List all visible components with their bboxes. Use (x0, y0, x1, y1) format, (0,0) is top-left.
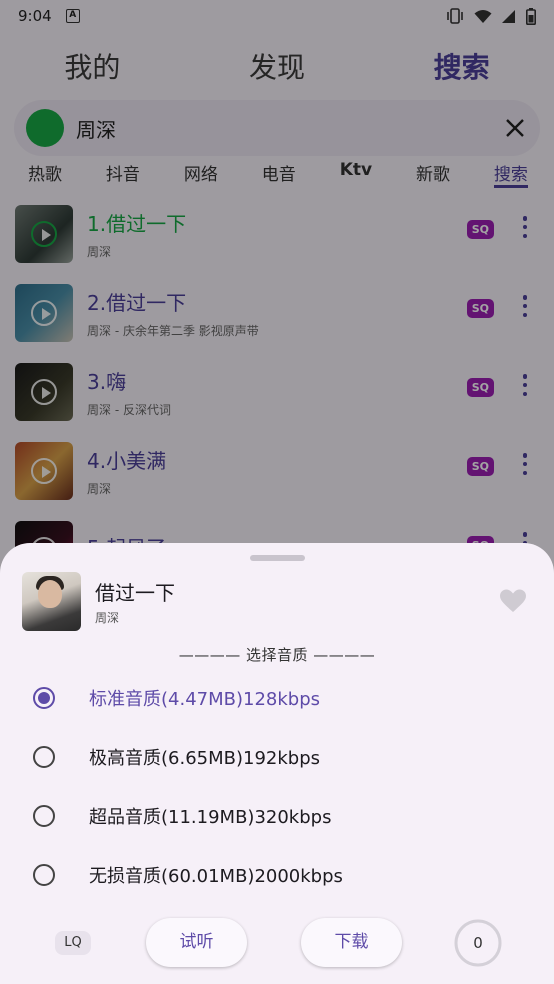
lq-badge[interactable]: LQ (55, 931, 91, 955)
sheet-artist: 周深 (95, 611, 120, 625)
heart-icon[interactable] (500, 589, 526, 613)
download-button[interactable]: 下载 (301, 918, 402, 967)
quality-option-standard[interactable]: 标准音质(4.47MB)128kbps (0, 668, 554, 727)
quality-option-super[interactable]: 超品音质(11.19MB)320kbps (0, 786, 554, 845)
progress-value: 0 (473, 934, 483, 952)
quality-option-label: 标准音质(4.47MB)128kbps (89, 688, 321, 710)
radio-icon[interactable] (33, 745, 55, 768)
quality-bottom-sheet: 借过一下 周深 ———— 选择音质 ———— 标准音质(4.47MB)128kb… (0, 543, 554, 984)
download-progress-ring: 0 (453, 918, 503, 968)
sheet-song-cover (22, 572, 81, 631)
quality-option-label: 无损音质(60.01MB)2000kbps (89, 865, 343, 887)
quality-option-high[interactable]: 极高音质(6.65MB)192kbps (0, 727, 554, 786)
radio-icon[interactable] (33, 804, 55, 827)
quality-option-lossless[interactable]: 无损音质(60.01MB)2000kbps (0, 845, 554, 904)
sheet-song-title: 借过一下 (95, 581, 175, 605)
radio-icon[interactable] (33, 863, 55, 886)
quality-options: 标准音质(4.47MB)128kbps 极高音质(6.65MB)192kbps … (0, 668, 554, 904)
quality-section-title: ———— 选择音质 ———— (178, 646, 376, 664)
quality-option-label: 超品音质(11.19MB)320kbps (89, 806, 332, 828)
sheet-actions: LQ 试听 下载 0 (0, 918, 554, 968)
drag-handle[interactable] (250, 555, 305, 561)
quality-option-label: 极高音质(6.65MB)192kbps (89, 747, 321, 769)
preview-button[interactable]: 试听 (146, 918, 247, 967)
radio-checked-icon[interactable] (33, 686, 55, 709)
